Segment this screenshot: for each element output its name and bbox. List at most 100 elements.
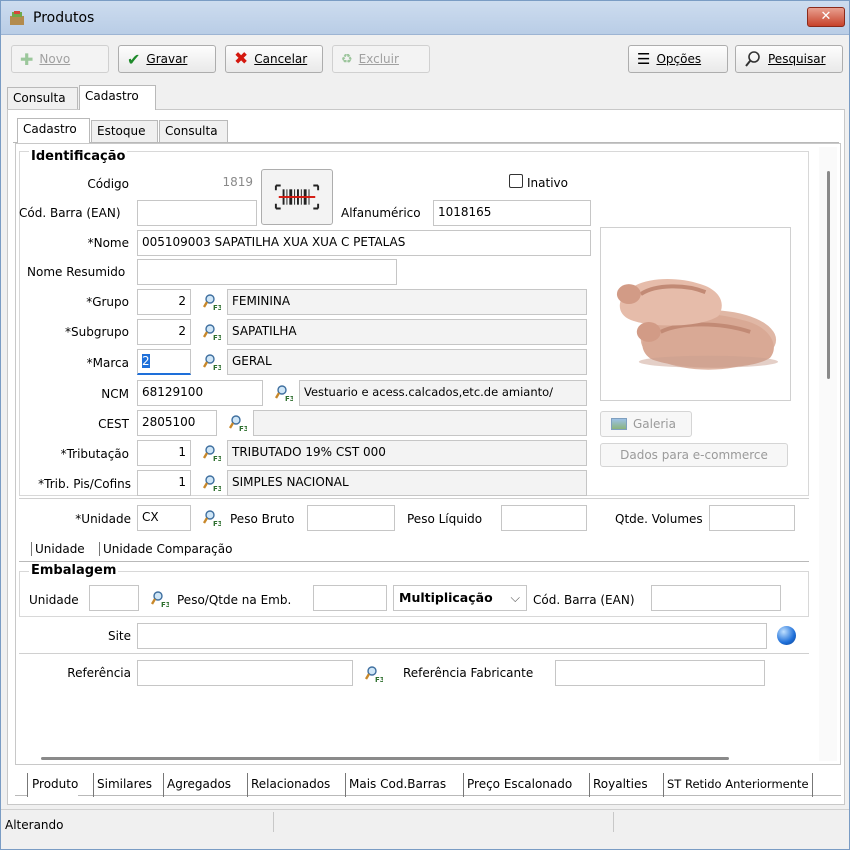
lookup-f3-icon[interactable]: F3 <box>229 414 247 432</box>
gravar-button[interactable]: ✔ Gravar <box>118 45 216 73</box>
barcode-icon <box>274 184 320 210</box>
title-bar: Produtos ✕ <box>1 1 849 35</box>
x-icon: ✖ <box>234 49 249 69</box>
section-embalagem: Embalagem <box>29 563 119 578</box>
grupo-label: *Grupo <box>86 295 129 309</box>
alfanumerico-label: Alfanumérico <box>341 206 421 220</box>
peso-liquido-label: Peso Líquido <box>407 512 483 526</box>
grupo-code-input[interactable]: 2 <box>137 289 191 315</box>
tab-unidade-comparacao[interactable]: Unidade Comparação <box>99 542 232 556</box>
lookup-f3-icon[interactable]: F3 <box>275 384 293 402</box>
inativo-label: Inativo <box>527 176 568 190</box>
lookup-f3-icon[interactable]: F3 <box>203 353 221 371</box>
site-input[interactable] <box>137 623 767 649</box>
barcode-button[interactable] <box>261 169 333 225</box>
nome-label: *Nome <box>87 236 129 250</box>
novo-button[interactable]: ✚ Novo <box>11 45 109 73</box>
trib-pis-code-input[interactable]: 1 <box>137 470 191 496</box>
tab-cadastro[interactable]: Cadastro <box>79 85 156 110</box>
cod-barra-label: Cód. Barra (EAN) <box>19 206 121 220</box>
cest-code-input[interactable]: 2805100 <box>137 410 217 436</box>
emb-cod-barra-input[interactable] <box>651 585 781 611</box>
tab-consulta[interactable]: Consulta <box>7 87 78 109</box>
referencia-fabricante-input[interactable] <box>555 660 765 686</box>
svg-text:F3: F3 <box>213 304 221 311</box>
subgrupo-label: *Subgrupo <box>65 325 129 339</box>
grupo-desc-field: FEMININA <box>227 289 587 315</box>
unidade-input[interactable]: CX <box>137 505 191 531</box>
svg-text:F3: F3 <box>213 520 221 527</box>
vertical-scrollbar[interactable] <box>819 147 837 761</box>
ncm-code-input[interactable]: 68129100 <box>137 380 263 406</box>
svg-text:F3: F3 <box>213 455 221 462</box>
emb-unidade-input[interactable] <box>89 585 139 611</box>
excluir-button[interactable]: ♻ Excluir <box>332 45 430 73</box>
lookup-f3-icon[interactable]: F3 <box>203 323 221 341</box>
peso-bruto-input[interactable] <box>307 505 395 531</box>
subtab-estoque[interactable]: Estoque <box>91 120 158 142</box>
chevron-down-icon: ⌵ <box>510 590 520 605</box>
opcoes-button[interactable]: ☰ Opções <box>628 45 728 73</box>
tab-st-retido[interactable]: ST Retido Anteriormente <box>663 773 813 797</box>
lookup-f3-icon[interactable]: F3 <box>203 509 221 527</box>
subtab-consulta[interactable]: Consulta <box>159 120 228 142</box>
lookup-f3-icon[interactable]: F3 <box>365 665 383 683</box>
qtde-volumes-label: Qtde. Volumes <box>615 512 703 526</box>
subtab-cadastro[interactable]: Cadastro <box>17 118 90 143</box>
ncm-label: NCM <box>101 387 129 401</box>
pesquisar-button[interactable]: Pesquisar <box>735 45 843 73</box>
svg-text:F3: F3 <box>213 364 221 371</box>
status-bar: Alterando <box>1 809 849 849</box>
section-identificacao: Identificação <box>29 149 128 164</box>
globe-icon[interactable] <box>777 626 796 645</box>
tab-relacionados[interactable]: Relacionados <box>247 773 330 797</box>
app-icon <box>10 11 24 25</box>
close-button[interactable]: ✕ <box>807 7 845 27</box>
nome-resumido-input[interactable] <box>137 259 397 285</box>
tab-royalties[interactable]: Royalties <box>589 773 648 797</box>
ncm-desc-field: Vestuario e acess.calcados,etc.de amiant… <box>299 380 587 406</box>
cod-barra-input[interactable] <box>137 200 257 226</box>
referencia-input[interactable] <box>137 660 353 686</box>
search-icon <box>745 51 760 67</box>
marca-code-input[interactable]: 2 <box>137 349 191 375</box>
recycle-icon: ♻ <box>341 51 353 67</box>
lookup-f3-icon[interactable]: F3 <box>203 474 221 492</box>
site-label: Site <box>107 629 131 643</box>
tab-mais-cod-barras[interactable]: Mais Cod.Barras <box>345 773 446 797</box>
tab-unidade[interactable]: Unidade <box>31 542 85 556</box>
scroll-thumb[interactable] <box>827 171 830 379</box>
shoe-image <box>616 278 779 370</box>
horizontal-scroll-thumb[interactable] <box>41 757 729 760</box>
alfanumerico-input[interactable]: 1018165 <box>433 200 591 226</box>
lookup-f3-icon[interactable]: F3 <box>203 444 221 462</box>
peso-liquido-input[interactable] <box>501 505 587 531</box>
operacao-select[interactable]: Multiplicação ⌵ <box>393 585 527 611</box>
lookup-f3-icon[interactable]: F3 <box>151 590 169 608</box>
subgrupo-code-input[interactable]: 2 <box>137 319 191 345</box>
tab-agregados[interactable]: Agregados <box>163 773 231 797</box>
tributacao-code-input[interactable]: 1 <box>137 440 191 466</box>
inativo-checkbox[interactable] <box>509 174 523 188</box>
emb-cod-barra-label: Cód. Barra (EAN) <box>533 593 635 607</box>
ecommerce-button[interactable]: Dados para e-commerce <box>600 443 788 467</box>
referencia-fabricante-label: Referência Fabricante <box>403 666 534 680</box>
tributacao-desc-field: TRIBUTADO 19% CST 000 <box>227 440 587 466</box>
lookup-f3-icon[interactable]: F3 <box>203 293 221 311</box>
window: Produtos ✕ ✚ Novo ✔ Gravar ✖ Cancelar ♻ … <box>0 0 850 850</box>
qtde-volumes-input[interactable] <box>709 505 795 531</box>
cancelar-button[interactable]: ✖ Cancelar <box>225 45 323 73</box>
list-icon: ☰ <box>637 50 651 68</box>
tab-produto[interactable]: Produto <box>27 773 79 797</box>
tab-preco-escalonado[interactable]: Preço Escalonado <box>463 773 572 797</box>
nome-resumido-label: Nome Resumido <box>27 265 126 279</box>
galeria-button[interactable]: Galeria <box>600 411 692 437</box>
plus-icon: ✚ <box>20 49 34 69</box>
product-image[interactable] <box>600 227 791 401</box>
tab-similares[interactable]: Similares <box>93 773 152 797</box>
nome-input[interactable]: 005109003 SAPATILHA XUA XUA C PETALAS <box>137 230 591 256</box>
peso-qtde-input[interactable] <box>313 585 387 611</box>
svg-text:F3: F3 <box>239 425 247 432</box>
codigo-field: 1819 <box>137 171 257 197</box>
subgrupo-desc-field: SAPATILHA <box>227 319 587 345</box>
